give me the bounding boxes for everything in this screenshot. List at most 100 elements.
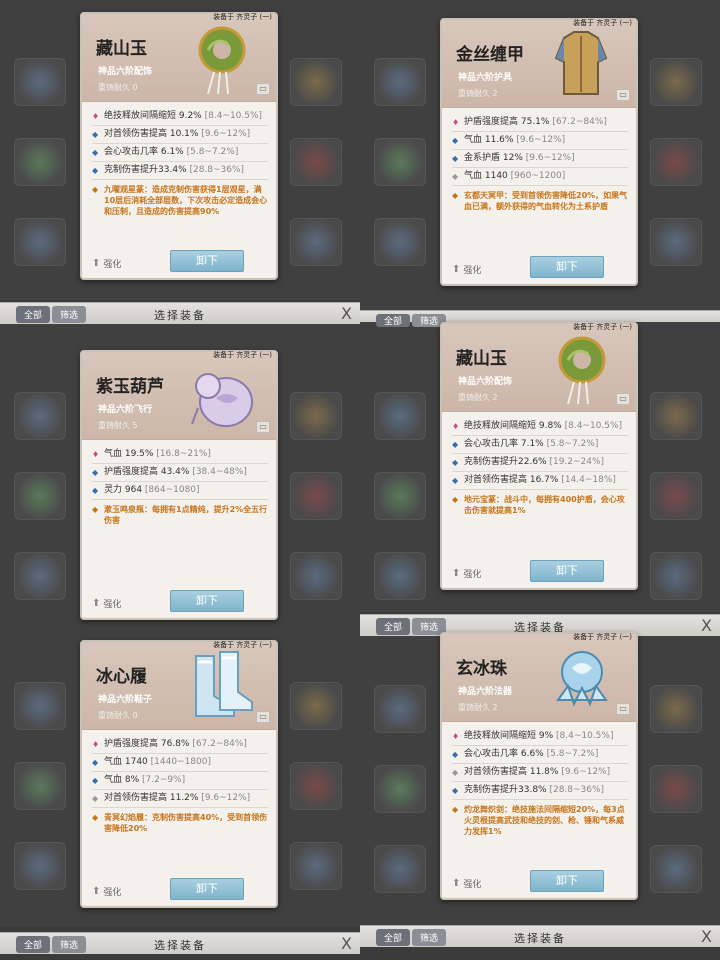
strengthen-button[interactable]: ⬆ 强化 [452,567,481,580]
stat-row: ◆ 对首领伤害提高 16.7% [14.4~18%] [452,472,628,490]
select-title: 选择装备 [154,309,206,322]
stat-row: ♦ 护盾强度提高 76.8% [67.2~84%] [92,736,268,754]
stat-row: ◆ 克制伤害提升33.4% [28.8~36%] [92,162,268,180]
card-header: 装备于 齐灵子 (一) 冰心履 神品六阶鞋子 重铸耐久 0 ▭ [82,641,276,730]
upgrade-arrow-icon: ⬆ [92,598,101,609]
lock-icon[interactable]: ▭ [256,711,270,723]
select-equipment-bar: 全部 筛选 选择装备 X [0,932,360,954]
equipment-card: 装备于 齐灵子 (一) 玄冰珠 神品六阶法器 重铸耐久 2 ▭ ♦ 绝技释放间隔缩… [440,632,638,900]
refine-durability: 重铸耐久 5 [98,421,138,430]
refine-durability: 重铸耐久 0 [98,711,138,720]
special-effect: ◆ 漱玉鸣泉瓶：每拥有1点精纯，提升2%全五行伤害 [92,505,268,525]
strengthen-button[interactable]: ⬆ 强化 [92,257,121,270]
stat-row: ◆ 克制伤害提升33.8% [28.8~36%] [452,782,628,800]
stat-row: ◆ 克制伤害提升22.6% [19.2~24%] [452,454,628,472]
screenshot-grid: 装备于 齐灵子 (一) 藏山玉 神品六阶配饰 重铸耐久 0 ▭ ♦ 绝技释放间隔缩… [0,0,720,960]
close-icon[interactable]: X [701,616,712,635]
item-grade: 神品六阶配饰 [458,377,513,387]
special-effect: ◆ 青冥幻焰履：克制伤害提高40%，受到首领伤害降低20% [92,813,268,833]
ice-orb-icon [556,651,608,707]
select-title: 选择装备 [154,939,206,952]
unequip-button[interactable]: 卸下 [170,590,244,612]
gourd-icon [191,373,253,427]
item-name: 藏山玉 [456,349,507,369]
stat-row: ◆ 护盾强度提高 43.4% [38.4~48%] [92,464,268,482]
item-name: 金丝缠甲 [456,45,524,65]
strengthen-button[interactable]: ⬆ 强化 [452,263,481,276]
stat-row: ◆ 对首领伤害提高 11.2% [9.6~12%] [92,790,268,808]
unequip-button[interactable]: 卸下 [530,256,604,278]
card-header: 装备于 齐灵子 (一) 藏山玉 神品六阶配饰 重铸耐久 0 ▭ [82,13,276,102]
lock-icon[interactable]: ▭ [616,393,630,405]
equipment-card: 装备于 齐灵子 (一) 藏山玉 神品六阶配饰 重铸耐久 0 ▭ ♦ 绝技释放间隔缩… [80,12,278,280]
upgrade-arrow-icon: ⬆ [452,878,461,889]
stat-row: ◆ 对首领伤害提高 10.1% [9.6~12%] [92,126,268,144]
refine-durability: 重铸耐久 0 [98,83,138,92]
stat-row: ◆ 对首领伤害提高 11.8% [9.6~12%] [452,764,628,782]
special-effect: ◆ 九曜观星篆：造成克制伤害获得1层观星，满10层后消耗全部层数，下次攻击必定造成… [92,185,268,216]
stat-row: ◆ 会心攻击几率 7.1% [5.8~7.2%] [452,436,628,454]
item-grade: 神品六阶飞行 [98,405,153,415]
card-header: 装备于 齐灵子 (一) 玄冰珠 神品六阶法器 重铸耐久 2 ▭ [442,633,636,722]
item-grade: 神品六阶护具 [458,73,513,83]
upgrade-arrow-icon: ⬆ [92,258,101,269]
select-equipment-bar: 全部 筛选 选择装备 X [360,925,720,947]
special-effect: ◆ 玄都天冥甲：受到首领伤害降低20%，如果气血已满，额外获得的气血转化为土系护盾 [452,191,628,211]
equipment-card: 装备于 齐灵子 (一) 金丝缠甲 神品六阶护具 重铸耐久 2 ▭ ♦ 护盾强度提高… [440,18,638,286]
card-header: 装备于 齐灵子 (一) 藏山玉 神品六阶配饰 重铸耐久 2 ▭ [442,323,636,412]
unequip-button[interactable]: 卸下 [170,250,244,272]
upgrade-arrow-icon: ⬆ [92,886,101,897]
lock-icon[interactable]: ▭ [616,89,630,101]
special-effect: ◆ 地元宝篆：战斗中，每拥有400护盾，会心攻击伤害就提高1% [452,495,625,515]
unequip-button[interactable]: 卸下 [530,560,604,582]
stat-row: ◆ 气血 1140 [960~1200] [452,168,628,186]
unequip-button[interactable]: 卸下 [530,870,604,892]
upgrade-arrow-icon: ⬆ [452,568,461,579]
item-grade: 神品六阶鞋子 [98,695,153,705]
jade-pendant-icon [198,26,246,95]
item-grade: 神品六阶配饰 [98,67,153,77]
stat-list: ♦ 绝技释放间隔缩短 9.2% [8.4~10.5%] ◆ 对首领伤害提高 10.1… [82,102,276,221]
equipment-card: 装备于 齐灵子 (一) 紫玉葫芦 神品六阶飞行 重铸耐久 5 ▭ ♦ 气血 19.… [80,350,278,620]
close-icon[interactable]: X [701,927,712,946]
stat-row: ◆ 气血 1740 [1440~1800] [92,754,268,772]
stat-row: ♦ 气血 19.5% [16.8~21%] [92,446,268,464]
tab-all[interactable]: 全部 [376,314,411,327]
card-header: 装备于 齐灵子 (一) 紫玉葫芦 神品六阶飞行 重铸耐久 5 ▭ [82,351,276,440]
refine-durability: 重铸耐久 2 [458,703,498,712]
stat-row: ◆ 会心攻击几率 6.1% [5.8~7.2%] [92,144,268,162]
refine-durability: 重铸耐久 2 [458,393,498,402]
select-equipment-bar: 全部 筛选 [360,310,720,327]
stat-row: ◆ 金系护盾 12% [9.6~12%] [452,150,628,168]
equipment-card: 装备于 齐灵子 (一) 藏山玉 神品六阶配饰 重铸耐久 2 ▭ ♦ 绝技释放间隔缩… [440,322,638,590]
lock-icon[interactable]: ▭ [256,83,270,95]
stat-list: ♦ 护盾强度提高 76.8% [67.2~84%] ◆ 气血 1740 [1440~… [82,730,276,838]
lock-icon[interactable]: ▭ [256,421,270,433]
stat-list: ♦ 气血 19.5% [16.8~21%] ◆ 护盾强度提高 43.4% [38.4… [82,440,276,530]
close-icon[interactable]: X [341,934,352,953]
select-title: 选择装备 [514,932,566,945]
item-name: 紫玉葫芦 [96,377,164,397]
ice-boots-icon [195,651,253,717]
close-icon[interactable]: X [341,304,352,323]
select-equipment-bar: 全部 筛选 选择装备 X [0,302,360,324]
lock-icon[interactable]: ▭ [616,703,630,715]
strengthen-button[interactable]: ⬆ 强化 [452,877,481,890]
stat-row: ◆ 气血 11.6% [9.6~12%] [452,132,628,150]
special-effect: ◆ 灼龙舞炽剑：绝技施法间隔缩短20%，每3点火灵根提高武技和绝技的剑、枪、锤和气… [452,805,625,836]
stat-row: ◆ 气血 8% [7.2~9%] [92,772,268,790]
jade-pendant-icon [558,336,606,405]
stat-list: ♦ 绝技释放间隔缩短 9% [8.4~10.5%] ◆ 会心攻击几率 6.6% [5… [442,722,636,841]
stat-list: ♦ 护盾强度提高 75.1% [67.2~84%] ◆ 气血 11.6% [9.6~… [442,108,636,216]
armor-vest-icon [554,31,608,95]
equipment-card: 装备于 齐灵子 (一) 冰心履 神品六阶鞋子 重铸耐久 0 ▭ ♦ 护盾强度提高 … [80,640,278,908]
stat-row: ◆ 会心攻击几率 6.6% [5.8~7.2%] [452,746,628,764]
stat-row: ◆ 灵力 964 [864~1080] [92,482,268,500]
upgrade-arrow-icon: ⬆ [452,264,461,275]
strengthen-button[interactable]: ⬆ 强化 [92,885,121,898]
item-name: 冰心履 [96,667,147,687]
strengthen-button[interactable]: ⬆ 强化 [92,597,121,610]
item-grade: 神品六阶法器 [458,687,513,697]
item-name: 玄冰珠 [456,659,507,679]
unequip-button[interactable]: 卸下 [170,878,244,900]
